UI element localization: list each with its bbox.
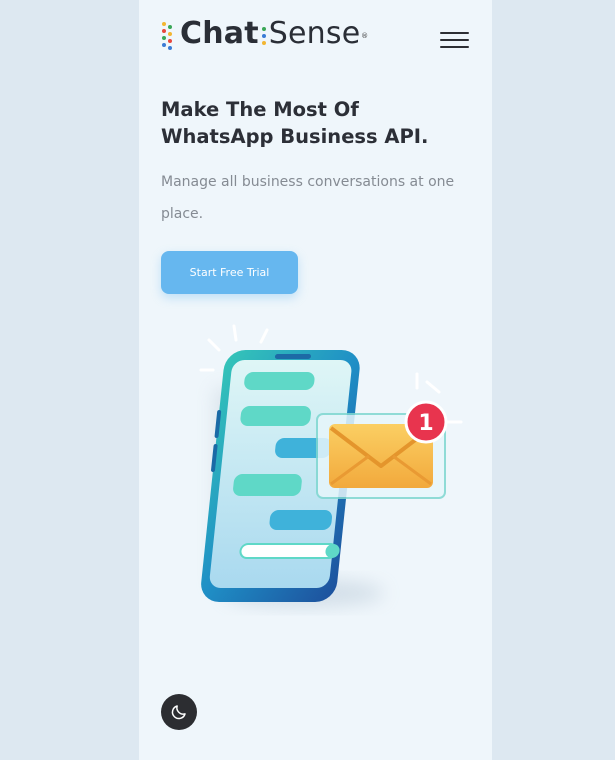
chatsense-logo[interactable]: Chat Sense ® bbox=[162, 16, 368, 52]
registered-mark: ® bbox=[361, 32, 369, 40]
notification-badge-icon: 1 bbox=[404, 400, 448, 444]
logo-text-chat: Chat bbox=[180, 16, 259, 51]
whatsapp-chat-illustration: 1 bbox=[199, 324, 463, 607]
dark-mode-toggle-button[interactable] bbox=[161, 694, 197, 730]
menu-line bbox=[440, 46, 469, 48]
page-container: Chat Sense ® Make The Most Of WhatsApp Bu… bbox=[139, 0, 492, 760]
hamburger-menu-button[interactable] bbox=[440, 30, 470, 50]
logo-text-sense: Sense bbox=[268, 16, 361, 51]
logo-dots-icon bbox=[162, 18, 176, 50]
hero-subtitle: Manage all business conversations at one… bbox=[161, 174, 455, 222]
start-free-trial-button[interactable]: Start Free Trial bbox=[161, 251, 298, 294]
header: Chat Sense ® bbox=[139, 0, 492, 80]
logo-separator-icon bbox=[260, 23, 268, 47]
hamburger-menu-icon bbox=[440, 32, 469, 34]
menu-line bbox=[440, 39, 469, 41]
logo-wordmark: Chat Sense ® bbox=[180, 16, 368, 52]
notification-count: 1 bbox=[418, 411, 433, 436]
hero-title: Make The Most Of WhatsApp Business API. bbox=[161, 98, 429, 148]
moon-icon bbox=[171, 705, 186, 720]
